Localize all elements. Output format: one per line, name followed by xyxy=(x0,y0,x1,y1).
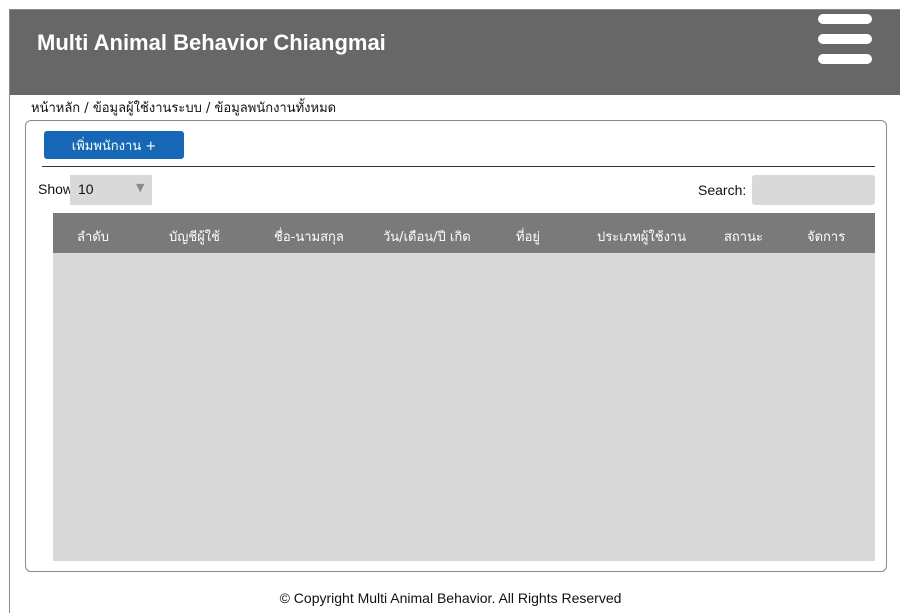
show-label: Show xyxy=(38,181,74,197)
page-size-value: 10 xyxy=(78,181,94,197)
column-header-birthdate[interactable]: วัน/เดือน/ปี เกิด xyxy=(383,226,471,247)
app-title: Multi Animal Behavior Chiangmai xyxy=(37,30,386,55)
search-input[interactable] xyxy=(752,175,875,205)
search-label: Search: xyxy=(698,182,747,198)
breadcrumb-separator: / xyxy=(201,101,215,116)
column-header-user-type[interactable]: ประเภทผู้ใช้งาน xyxy=(597,226,686,247)
column-header-order[interactable]: ลำดับ xyxy=(77,226,109,247)
breadcrumb-home[interactable]: หน้าหลัก xyxy=(31,101,80,116)
chevron-down-icon: ▼ xyxy=(136,181,145,194)
divider xyxy=(42,166,875,167)
column-header-account[interactable]: บัญชีผู้ใช้ xyxy=(169,226,220,247)
breadcrumb: หน้าหลัก / ข้อมูลผู้ใช้งานระบบ / ข้อมูลพ… xyxy=(31,97,336,118)
menu-bar-bottom xyxy=(818,54,872,64)
hamburger-menu-icon[interactable] xyxy=(818,14,872,64)
table-header-row: ลำดับ บัญชีผู้ใช้ ชื่อ-นามสกุล วัน/เดือน… xyxy=(53,213,875,253)
page-size-select[interactable]: 10 ▼ xyxy=(70,175,152,205)
employee-table: ลำดับ บัญชีผู้ใช้ ชื่อ-นามสกุล วัน/เดือน… xyxy=(53,213,875,561)
breadcrumb-users[interactable]: ข้อมูลผู้ใช้งานระบบ xyxy=(93,101,202,116)
menu-bar-middle xyxy=(818,34,872,44)
footer-copyright: © Copyright Multi Animal Behavior. All R… xyxy=(279,590,622,606)
breadcrumb-separator: / xyxy=(80,101,93,116)
column-header-address[interactable]: ที่อยู่ xyxy=(516,226,540,247)
column-header-manage[interactable]: จัดการ xyxy=(807,226,845,247)
menu-bar-top xyxy=(818,14,872,24)
column-header-fullname[interactable]: ชื่อ-นามสกุล xyxy=(274,226,344,247)
add-employee-button[interactable]: เพิ่มพนักงาน + xyxy=(44,131,184,159)
column-header-status[interactable]: สถานะ xyxy=(724,226,763,247)
breadcrumb-current: ข้อมูลพนักงานทั้งหมด xyxy=(214,101,337,116)
